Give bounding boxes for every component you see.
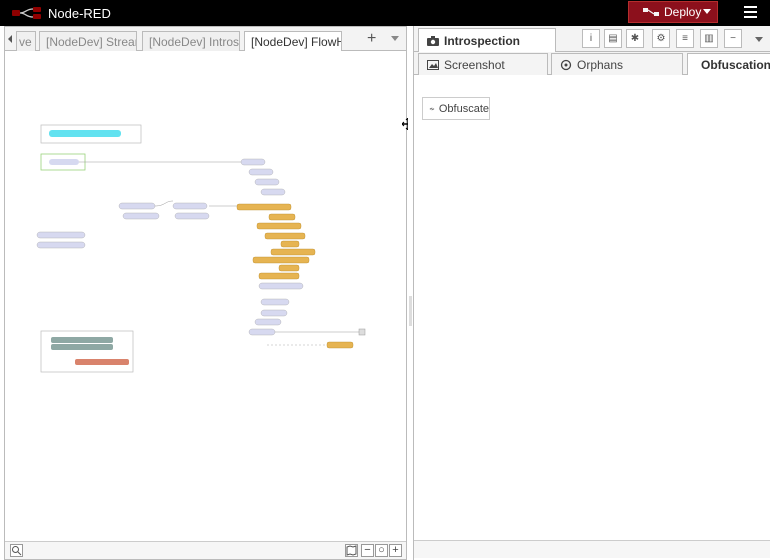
workspace: ve [NodeDev] Streamli [NodeDev] Introspe… — [4, 26, 407, 560]
chart-icon[interactable]: ▥ — [700, 29, 718, 48]
flow-diagram[interactable] — [5, 51, 406, 537]
camera-icon — [427, 35, 439, 46]
gear-icon[interactable]: ⚙ — [652, 29, 670, 48]
workspace-footer: − ○ + — [5, 541, 406, 559]
tab-scroll-left-icon[interactable] — [5, 27, 15, 51]
workspace-tab-bar: ve [NodeDev] Streamli [NodeDev] Introspe… — [5, 27, 406, 52]
node-junction — [358, 328, 366, 336]
deploy-icon — [643, 8, 659, 16]
tab-introspection-label: Introspection — [444, 33, 521, 48]
bug-icon[interactable]: ✱ — [626, 29, 644, 48]
deploy-label: Deploy — [664, 5, 702, 19]
subtab-orphans[interactable]: Orphans — [551, 53, 683, 75]
crosshair-icon — [560, 59, 572, 70]
node-red-logo: Node-RED — [12, 4, 111, 22]
app-title: Node-RED — [48, 5, 111, 21]
image-icon — [427, 59, 439, 70]
workspace-tab-2[interactable]: [NodeDev] Introspe — [142, 31, 240, 51]
node-teal — [51, 344, 113, 350]
header-bar: Node-RED Deploy — [0, 0, 770, 26]
book-icon[interactable]: ▤ — [604, 29, 622, 48]
node-red-logo-icon — [12, 7, 41, 19]
add-flow-button[interactable]: + — [367, 30, 376, 48]
workspace-tab-active[interactable]: [NodeDev] FlowHu — [244, 31, 342, 52]
eye-slash-icon — [429, 106, 435, 111]
deploy-menu-caret-icon[interactable] — [703, 9, 711, 14]
info-icon[interactable]: i — [582, 29, 600, 48]
obfuscation-panel: Obfuscate — [414, 75, 770, 541]
search-icon[interactable] — [10, 544, 23, 557]
workspace-tabs-menu-icon[interactable] — [391, 36, 399, 41]
subtab-obfuscation[interactable]: Obfuscation — [687, 53, 770, 76]
node-salmon — [75, 359, 129, 365]
node-cyan — [49, 130, 121, 137]
node-column-lavender — [36, 158, 304, 336]
zoom-in-button[interactable]: + — [389, 544, 402, 557]
tab-introspection[interactable]: Introspection — [418, 28, 556, 52]
workspace-tab-0[interactable]: ve — [16, 31, 36, 51]
zoom-reset-button[interactable]: ○ — [375, 544, 388, 557]
sidebar-footer — [414, 540, 770, 558]
sidebar: Introspection i ▤ ✱ ⚙ ≡ ▥ − Screenshot O… — [413, 26, 770, 560]
sidebar-tab-bar: Introspection i ▤ ✱ ⚙ ≡ ▥ − — [414, 26, 770, 52]
database-icon[interactable]: ≡ — [676, 29, 694, 48]
obfuscate-button[interactable]: Obfuscate — [422, 97, 490, 120]
workspace-tab-1[interactable]: [NodeDev] Streamli — [39, 31, 137, 51]
minus-icon[interactable]: − — [724, 29, 742, 48]
flow-canvas[interactable] — [5, 51, 406, 537]
subtab-screenshot[interactable]: Screenshot — [418, 53, 548, 75]
main-menu-icon[interactable] — [744, 6, 757, 18]
sidebar-tabs-menu-icon[interactable] — [755, 37, 763, 42]
splitter-grip[interactable] — [409, 296, 412, 326]
introspection-subtabs: Screenshot Orphans Obfuscation — [414, 52, 770, 76]
zoom-out-button[interactable]: − — [361, 544, 374, 557]
navigator-map-icon[interactable] — [345, 544, 358, 557]
node-column-orange — [236, 203, 354, 349]
node-teal — [51, 337, 113, 343]
deploy-button[interactable]: Deploy — [628, 1, 718, 23]
node-inject — [49, 159, 79, 165]
